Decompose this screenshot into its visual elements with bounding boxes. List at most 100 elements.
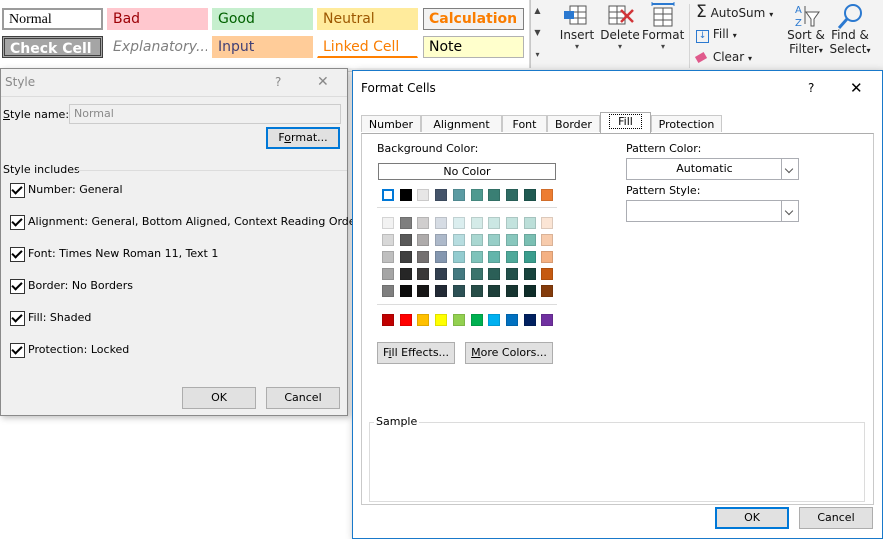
shade-swatch[interactable] xyxy=(382,285,394,297)
shade-swatch[interactable] xyxy=(382,217,394,229)
style-include-item[interactable]: Alignment: General, Bottom Aligned, Cont… xyxy=(10,213,360,231)
help-icon[interactable]: ? xyxy=(808,81,814,95)
shade-swatch[interactable] xyxy=(470,234,483,246)
ok-button[interactable]: OK xyxy=(182,387,256,409)
checkbox-checked-icon[interactable] xyxy=(10,343,25,358)
theme-swatch[interactable] xyxy=(523,189,536,201)
chevron-down-icon[interactable] xyxy=(781,159,798,179)
cell-style-explanatory[interactable]: Explanatory... xyxy=(107,36,208,58)
shade-swatch[interactable] xyxy=(417,251,430,263)
shade-swatch[interactable] xyxy=(470,285,483,297)
format-dialog-button[interactable]: Format... xyxy=(266,127,340,149)
scroll-down-icon[interactable]: ▼ xyxy=(531,22,544,44)
fill-effects-button[interactable]: Fill Effects... xyxy=(377,342,455,364)
standard-swatch[interactable] xyxy=(470,314,483,326)
shade-swatch[interactable] xyxy=(541,268,554,280)
theme-swatch[interactable] xyxy=(541,189,554,201)
shade-swatch[interactable] xyxy=(452,268,465,280)
shade-swatch[interactable] xyxy=(417,285,430,297)
sort-filter-button[interactable]: AZ Sort & Filter▾ xyxy=(784,2,828,68)
cell-style-bad[interactable]: Bad xyxy=(107,8,208,30)
shade-swatch[interactable] xyxy=(523,268,536,280)
checkbox-checked-icon[interactable] xyxy=(10,311,25,326)
cell-style-check-cell[interactable]: Check Cell xyxy=(2,36,103,58)
checkbox-checked-icon[interactable] xyxy=(10,183,25,198)
tab-fill[interactable]: Fill xyxy=(600,112,651,133)
close-icon[interactable]: ✕ xyxy=(317,74,329,90)
shade-swatch[interactable] xyxy=(523,217,536,229)
cancel-button[interactable]: Cancel xyxy=(799,507,873,529)
standard-swatch[interactable] xyxy=(382,314,394,326)
cell-style-good[interactable]: Good xyxy=(212,8,313,30)
shade-swatch[interactable] xyxy=(505,217,518,229)
shade-swatch[interactable] xyxy=(382,251,394,263)
standard-swatch[interactable] xyxy=(505,314,518,326)
shade-swatch[interactable] xyxy=(417,217,430,229)
find-select-button[interactable]: Find & Select▾ xyxy=(828,2,872,68)
ok-button[interactable]: OK xyxy=(715,507,789,529)
style-include-item[interactable]: Fill: Shaded xyxy=(10,309,91,327)
more-colors-button[interactable]: More Colors... xyxy=(465,342,553,364)
shade-swatch[interactable] xyxy=(452,251,465,263)
shade-swatch[interactable] xyxy=(435,251,448,263)
autosum-button[interactable]: Σ AutoSum ▾ xyxy=(696,2,786,22)
standard-swatch[interactable] xyxy=(541,314,554,326)
gallery-scrollbar[interactable]: ▲ ▼ ▾ xyxy=(530,0,544,68)
cell-style-note[interactable]: Note xyxy=(423,36,524,58)
standard-swatch[interactable] xyxy=(523,314,536,326)
theme-swatch[interactable] xyxy=(470,189,483,201)
cell-style-neutral[interactable]: Neutral xyxy=(317,8,418,30)
theme-swatch[interactable] xyxy=(399,189,412,201)
insert-button[interactable]: Insert ▾ xyxy=(557,2,597,68)
shade-swatch[interactable] xyxy=(505,251,518,263)
shade-swatch[interactable] xyxy=(417,234,430,246)
shade-swatch[interactable] xyxy=(505,268,518,280)
theme-swatch[interactable] xyxy=(488,189,501,201)
cell-style-linked-cell[interactable]: Linked Cell xyxy=(317,36,418,58)
standard-swatch[interactable] xyxy=(488,314,501,326)
shade-swatch[interactable] xyxy=(382,234,394,246)
shade-swatch[interactable] xyxy=(435,285,448,297)
shade-swatch[interactable] xyxy=(541,251,554,263)
shade-swatch[interactable] xyxy=(452,285,465,297)
style-include-item[interactable]: Font: Times New Roman 11, Text 1 xyxy=(10,245,218,263)
theme-swatch[interactable] xyxy=(381,188,395,202)
cell-style-input[interactable]: Input xyxy=(212,36,313,58)
cancel-button[interactable]: Cancel xyxy=(266,387,340,409)
style-include-item[interactable]: Number: General xyxy=(10,181,123,199)
tab-number[interactable]: Number xyxy=(361,115,421,132)
shade-swatch[interactable] xyxy=(470,268,483,280)
checkbox-checked-icon[interactable] xyxy=(10,279,25,294)
shade-swatch[interactable] xyxy=(488,234,501,246)
shade-swatch[interactable] xyxy=(488,251,501,263)
tab-border[interactable]: Border xyxy=(547,115,600,132)
standard-swatch[interactable] xyxy=(452,314,465,326)
style-name-input[interactable]: Normal xyxy=(69,104,341,124)
shade-swatch[interactable] xyxy=(399,217,412,229)
clear-button[interactable]: Clear ▾ xyxy=(694,47,756,67)
close-icon[interactable]: ✕ xyxy=(850,79,863,97)
scroll-up-icon[interactable]: ▲ xyxy=(531,0,544,22)
format-button[interactable]: Format ▾ xyxy=(642,2,684,68)
shade-swatch[interactable] xyxy=(435,217,448,229)
shade-swatch[interactable] xyxy=(417,268,430,280)
shade-swatch[interactable] xyxy=(488,285,501,297)
shade-swatch[interactable] xyxy=(541,285,554,297)
tab-alignment[interactable]: Alignment xyxy=(421,115,502,132)
shade-swatch[interactable] xyxy=(452,217,465,229)
shade-swatch[interactable] xyxy=(470,217,483,229)
shade-swatch[interactable] xyxy=(382,268,394,280)
standard-swatch[interactable] xyxy=(435,314,448,326)
shade-swatch[interactable] xyxy=(505,234,518,246)
tab-font[interactable]: Font xyxy=(502,115,547,132)
shade-swatch[interactable] xyxy=(541,217,554,229)
shade-swatch[interactable] xyxy=(523,251,536,263)
pattern-color-select[interactable]: Automatic xyxy=(626,158,799,180)
shade-swatch[interactable] xyxy=(435,234,448,246)
delete-button[interactable]: Delete ▾ xyxy=(599,2,641,68)
shade-swatch[interactable] xyxy=(452,234,465,246)
theme-swatch[interactable] xyxy=(435,189,448,201)
tab-protection[interactable]: Protection xyxy=(651,115,722,132)
checkbox-checked-icon[interactable] xyxy=(10,247,25,262)
shade-swatch[interactable] xyxy=(399,251,412,263)
